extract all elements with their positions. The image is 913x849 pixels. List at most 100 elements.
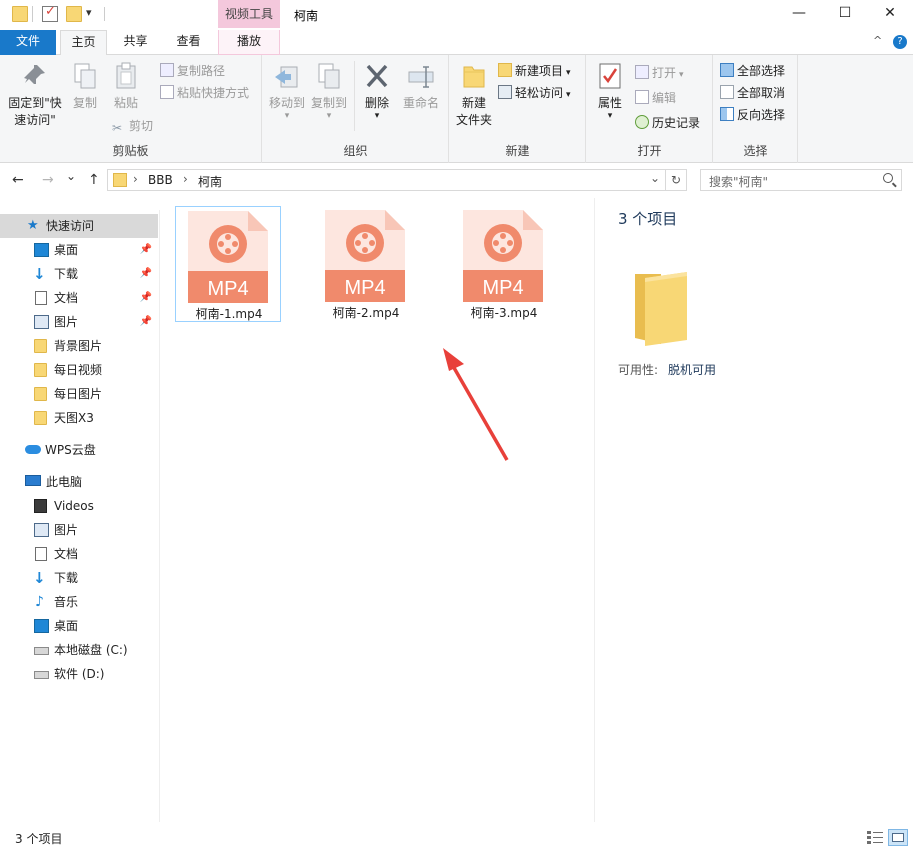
paste-button[interactable]: 粘贴 (108, 61, 144, 112)
sidebar-item-label: 音乐 (54, 595, 79, 609)
tab-play[interactable]: 播放 (218, 30, 280, 55)
breadcrumb-separator[interactable]: › (183, 172, 188, 186)
copy-button[interactable]: 复制 (68, 61, 102, 112)
large-icons-view-icon[interactable] (888, 829, 908, 846)
details-view-icon[interactable] (867, 831, 883, 844)
svg-text:MP4: MP4 (482, 277, 523, 299)
new-folder-quick-icon[interactable] (66, 6, 82, 22)
tab-share[interactable]: 共享 (113, 30, 158, 55)
status-bar: 3 个项目 (0, 826, 913, 849)
sidebar-item-daily-pictures[interactable]: 每日图片 (0, 382, 158, 406)
sidebar-item-label: Videos (54, 499, 94, 513)
sidebar-item-label: 下载 (54, 571, 79, 585)
address-dropdown-icon[interactable]: ⌄ (650, 171, 660, 185)
rename-button[interactable]: 重命名 (399, 61, 443, 112)
pin-icon[interactable]: 📌 (140, 310, 152, 334)
pin-icon[interactable]: 📌 (140, 262, 152, 286)
copy-to-button[interactable]: 复制到 ▾ (309, 61, 349, 121)
breadcrumb-separator[interactable]: › (133, 172, 138, 186)
sidebar-item-label: 软件 (D:) (54, 667, 105, 681)
ribbon: 固定到"快 速访问" 复制 粘贴 复制路径 粘贴快捷方式 ✂ 剪切 剪贴板 移动… (0, 55, 913, 163)
picture-icon (34, 315, 49, 329)
rename-icon (407, 61, 435, 91)
sidebar-item-daily-videos[interactable]: 每日视频 (0, 358, 158, 382)
sidebar-item-pc-documents[interactable]: 文档 (0, 542, 158, 566)
sidebar-item-bg-pictures[interactable]: 背景图片 (0, 334, 158, 358)
tab-file[interactable]: 文件 (0, 30, 56, 55)
sidebar-item-wps-cloud[interactable]: WPS云盘 (0, 438, 158, 462)
video-icon (34, 499, 47, 513)
search-icon[interactable] (883, 173, 893, 183)
tab-view[interactable]: 查看 (166, 30, 211, 55)
sidebar-item-this-pc[interactable]: 此电脑 (0, 470, 158, 494)
forward-icon[interactable]: → (42, 172, 54, 188)
drive-icon (34, 647, 49, 655)
paste-label: 粘贴 (113, 96, 138, 110)
pin-icon[interactable]: 📌 (140, 238, 152, 262)
sidebar-item-drive-d[interactable]: 软件 (D:) (0, 662, 158, 686)
breadcrumb-item[interactable]: BBB (148, 173, 173, 187)
refresh-button[interactable]: ↻ (666, 169, 687, 191)
sidebar-item-pc-desktop[interactable]: 桌面 (0, 614, 158, 638)
folder-icon (34, 411, 47, 425)
minimize-button[interactable]: — (776, 0, 822, 28)
new-folder-button[interactable]: 新建 文件夹 (452, 61, 496, 129)
easy-access-button[interactable]: 轻松访问 ▾ (498, 83, 571, 103)
sidebar-item-label: WPS云盘 (45, 443, 96, 457)
edit-button[interactable]: 编辑 (635, 88, 676, 108)
title-bar: ▾ 视频工具 柯南 — ☐ ✕ (0, 0, 913, 30)
file-item[interactable]: MP4 柯南-1.mp4 (175, 206, 281, 322)
select-all-button[interactable]: 全部选择 (720, 61, 785, 81)
address-bar[interactable]: › BBB › 柯南 ⌄ (107, 169, 666, 191)
sidebar-item-pc-pictures[interactable]: 图片 (0, 518, 158, 542)
tab-home[interactable]: 主页 (60, 30, 107, 56)
help-icon[interactable]: ? (893, 35, 907, 49)
sidebar-item-label: 背景图片 (54, 339, 103, 353)
copy-path-button[interactable]: 复制路径 (160, 61, 225, 81)
file-item[interactable]: MP4 柯南-2.mp4 (313, 206, 419, 322)
sidebar-item-documents[interactable]: 文档 📌 (0, 286, 158, 310)
maximize-button[interactable]: ☐ (822, 0, 868, 28)
sidebar-item-videos[interactable]: Videos (0, 494, 158, 518)
sidebar-item-tiantu[interactable]: 天图X3 (0, 406, 158, 430)
history-button[interactable]: 历史记录 (635, 113, 700, 133)
properties-button[interactable]: 属性 ▾ (593, 61, 627, 121)
breadcrumb-item[interactable]: 柯南 (198, 173, 222, 190)
document-icon (35, 547, 47, 561)
paste-shortcut-button[interactable]: 粘贴快捷方式 (160, 83, 249, 103)
sidebar-item-pictures[interactable]: 图片 📌 (0, 310, 158, 334)
delete-button[interactable]: 删除 ▾ (359, 61, 395, 121)
invert-selection-button[interactable]: 反向选择 (720, 105, 785, 125)
properties-quick-icon[interactable] (42, 4, 58, 22)
cut-button[interactable]: ✂ 剪切 (112, 116, 153, 136)
select-none-icon (720, 85, 734, 99)
easy-access-icon (498, 85, 512, 99)
recent-locations-icon[interactable]: ⌄ (66, 169, 76, 183)
new-item-button[interactable]: 新建项目 ▾ (498, 61, 571, 81)
file-list[interactable]: MP4 柯南-1.mp4 MP4 柯南-2.mp4 MP4 柯南-3.mp4 (161, 198, 593, 822)
sidebar-item-music[interactable]: ♪ 音乐 (0, 590, 158, 614)
collapse-ribbon-icon[interactable]: ^ (873, 34, 882, 47)
pin-icon[interactable]: 📌 (140, 286, 152, 310)
new-item-label: 新建项目 (515, 64, 564, 78)
up-icon[interactable]: ↑ (88, 172, 100, 188)
search-input[interactable]: 搜索"柯南" (700, 169, 902, 191)
close-button[interactable]: ✕ (867, 0, 913, 28)
pin-to-quick-access-button[interactable]: 固定到"快 速访问" (6, 61, 64, 129)
file-item[interactable]: MP4 柯南-3.mp4 (451, 206, 557, 322)
customize-quick-access-icon[interactable]: ▾ (86, 6, 92, 19)
video-tools-context-tab: 视频工具 (218, 0, 280, 28)
sidebar-item-quick-access[interactable]: ★ 快速访问 (0, 214, 158, 238)
back-icon[interactable]: ← (12, 172, 24, 188)
properties-label: 属性 (597, 96, 622, 110)
open-button[interactable]: 打开 ▾ (635, 63, 684, 83)
clipboard-group-label: 剪贴板 (112, 144, 149, 158)
move-to-button[interactable]: 移动到 ▾ (267, 61, 307, 121)
sidebar-item-desktop[interactable]: 桌面 📌 (0, 238, 158, 262)
sidebar-item-downloads[interactable]: ↓ 下载 📌 (0, 262, 158, 286)
sidebar-item-label: 桌面 (54, 243, 79, 257)
sidebar-item-drive-c[interactable]: 本地磁盘 (C:) (0, 638, 158, 662)
sidebar-item-pc-downloads[interactable]: ↓ 下载 (0, 566, 158, 590)
select-none-button[interactable]: 全部取消 (720, 83, 785, 103)
mp4-file-icon: MP4 (463, 210, 543, 302)
